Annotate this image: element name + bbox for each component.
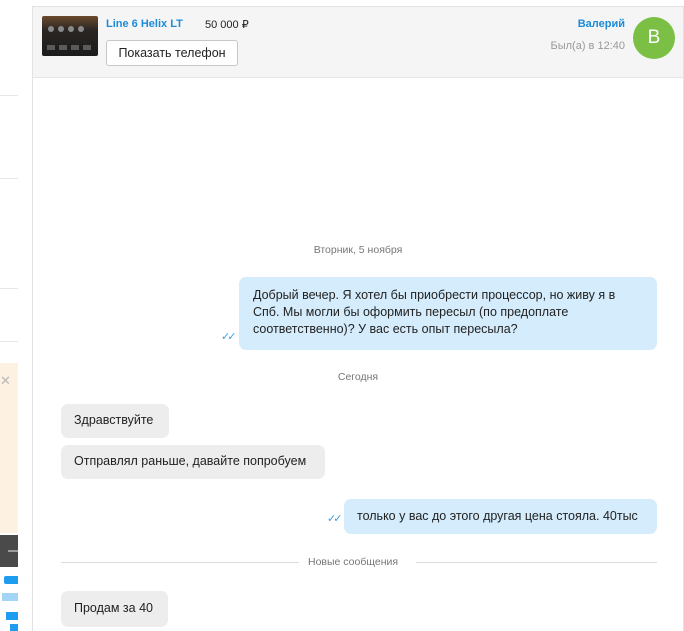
message-bubble-incoming: Здравствуйте <box>61 404 169 438</box>
device-footswitch <box>83 45 91 50</box>
avatar[interactable]: В <box>633 17 675 59</box>
device-knob <box>58 26 64 32</box>
background-divider <box>0 341 18 342</box>
close-icon[interactable]: ✕ <box>0 374 12 388</box>
device-knob <box>68 26 74 32</box>
last-seen-status: Был(а) в 12:40 <box>550 40 625 52</box>
device-knob <box>78 26 84 32</box>
device-footswitch <box>71 45 79 50</box>
background-blue-element <box>4 576 18 584</box>
listing-title-link[interactable]: Line 6 Helix LT <box>106 18 183 30</box>
device-knob <box>48 26 54 32</box>
background-divider <box>0 95 18 96</box>
message-bubble-outgoing: Добрый вечер. Я хотел бы приобрести проц… <box>239 277 657 350</box>
background-blue-element <box>2 593 18 601</box>
background-notice-panel <box>0 363 18 533</box>
date-separator: Сегодня <box>337 371 379 383</box>
background-divider <box>0 178 18 179</box>
background-page-strip: ✕ <box>0 0 18 631</box>
device-footswitch <box>59 45 67 50</box>
show-phone-button[interactable]: Показать телефон <box>106 40 238 66</box>
read-checkmarks-icon: ✓✓ <box>221 331 237 343</box>
new-messages-label: Новые сообщения <box>308 556 399 568</box>
new-messages-divider-line <box>416 562 657 563</box>
listing-price: 50 000 ₽ <box>205 19 249 31</box>
message-bubble-incoming: Продам за 40 <box>61 591 168 627</box>
minus-icon <box>8 550 18 552</box>
read-checkmarks-icon: ✓✓ <box>327 513 343 525</box>
user-name-link[interactable]: Валерий <box>578 18 625 30</box>
device-footswitch <box>47 45 55 50</box>
message-bubble-outgoing: только у вас до этого другая цена стояла… <box>344 499 657 534</box>
background-divider <box>0 288 18 289</box>
chat-header: Line 6 Helix LT 50 000 ₽ Показать телефо… <box>33 7 683 78</box>
background-blue-element <box>6 612 18 620</box>
message-bubble-incoming: Отправлял раньше, давайте попробуем <box>61 445 325 479</box>
date-separator: Вторник, 5 ноября <box>313 244 403 256</box>
new-messages-divider-line <box>61 562 299 563</box>
listing-thumbnail[interactable] <box>42 16 98 56</box>
background-blue-element <box>10 624 18 631</box>
chat-window: Line 6 Helix LT 50 000 ₽ Показать телефо… <box>32 6 684 631</box>
